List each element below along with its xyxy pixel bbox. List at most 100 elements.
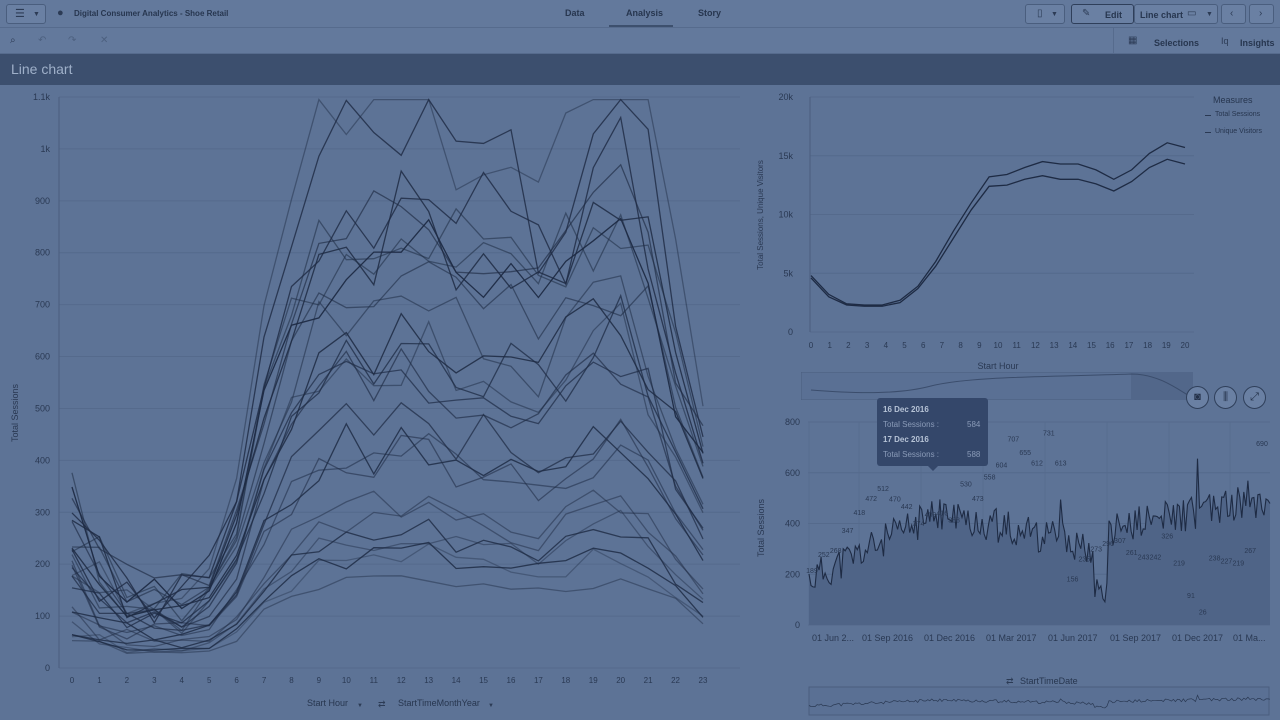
chevron-down-icon[interactable]: ▼ xyxy=(488,701,494,711)
series-line[interactable] xyxy=(71,347,704,628)
data-label: 307 xyxy=(1114,538,1126,545)
selections-icon[interactable]: ▦ xyxy=(1128,36,1137,46)
clear-selections-icon[interactable]: ✕ xyxy=(100,36,108,46)
globe-icon: ● xyxy=(57,7,64,19)
main-y-tick: 800 xyxy=(35,248,50,258)
fullscreen-button[interactable]: ⤢ xyxy=(1243,386,1266,409)
top-right-x-tick: 14 xyxy=(1068,341,1077,350)
data-tooltip: 16 Dec 2016 Total Sessions : 584 17 Dec … xyxy=(877,398,988,466)
data-label: 707 xyxy=(1007,437,1019,444)
next-sheet-button[interactable]: › xyxy=(1249,4,1274,24)
insights-label[interactable]: Insights xyxy=(1240,38,1275,48)
series-line[interactable] xyxy=(71,575,704,654)
data-label: 219 xyxy=(1232,560,1244,567)
main-x-tick: 0 xyxy=(70,676,75,685)
legend-item-unique-visitors[interactable]: Unique Visitors xyxy=(1215,128,1262,135)
main-y-tick: 1k xyxy=(40,144,50,154)
hamburger-icon: ☰ xyxy=(15,8,25,20)
main-x-tick: 8 xyxy=(289,676,294,685)
bottom-right-y-tick: 400 xyxy=(785,519,800,529)
main-x-tick: 13 xyxy=(424,676,433,685)
main-y-axis-label: Total Sessions xyxy=(10,383,20,442)
insights-icon[interactable]: Iq xyxy=(1221,36,1229,46)
data-label: 418 xyxy=(854,510,866,517)
edit-button[interactable]: ✎ Edit xyxy=(1071,4,1134,24)
series-line[interactable] xyxy=(71,207,704,622)
series-line[interactable] xyxy=(810,158,1186,307)
tab-story[interactable]: Story xyxy=(698,8,721,18)
bottom-right-x-tick: 01 Ma... xyxy=(1233,633,1266,643)
top-right-y-tick: 20k xyxy=(778,92,793,102)
legend-swatch xyxy=(1205,132,1211,133)
top-right-x-tick: 4 xyxy=(884,341,889,350)
top-right-x-tick: 20 xyxy=(1181,341,1190,350)
main-series-dimension-label[interactable]: StartTimeMonthYear xyxy=(398,698,480,708)
chevron-down-icon: ▼ xyxy=(1051,11,1058,18)
tab-data[interactable]: Data xyxy=(565,8,585,18)
data-label: 416 xyxy=(936,510,948,517)
legend-title: Measures xyxy=(1213,95,1253,105)
step-back-icon[interactable]: ↶ xyxy=(38,36,46,46)
selections-label[interactable]: Selections xyxy=(1154,38,1199,48)
step-forward-icon[interactable]: ↷ xyxy=(68,36,76,46)
bottom-right-x-tick: 01 Mar 2017 xyxy=(986,633,1037,643)
series-line[interactable] xyxy=(71,261,704,606)
hourly-measures-chart[interactable]: 0 1 2 3 4 5 6 7 8 9 10 11 12 13 14 15 16 17 18 19 20 05k10k1… xyxy=(750,85,1230,375)
series-line[interactable] xyxy=(71,360,704,628)
top-right-x-axis-label: Start Hour xyxy=(977,361,1018,371)
data-label: 655 xyxy=(1019,450,1031,457)
range-navigator[interactable] xyxy=(801,372,1193,400)
daily-sessions-chart[interactable]: 189 252268 347 418 472512470442 374409 416388 5… xyxy=(750,410,1280,720)
data-label: 189 xyxy=(806,568,818,575)
tab-analysis[interactable]: Analysis xyxy=(626,8,663,18)
app-title: Digital Consumer Analytics - Shoe Retail xyxy=(74,9,229,18)
series-line[interactable] xyxy=(71,543,704,654)
main-x-tick: 16 xyxy=(507,676,516,685)
data-label: 388 xyxy=(948,518,960,525)
main-line-chart[interactable]: 0 1 2 3 4 5 6 7 8 9 10 11 12 13 14 15 16 17 18 19 20 21 22 23 0… xyxy=(0,85,760,720)
snapshot-button[interactable]: ◙ xyxy=(1186,386,1209,409)
legend-item-total-sessions[interactable]: Total Sessions xyxy=(1215,111,1260,118)
swap-dimension-icon[interactable]: ⇄ xyxy=(378,699,386,709)
series-line[interactable] xyxy=(71,211,704,618)
top-right-x-tick: 10 xyxy=(994,341,1003,350)
smart-search-icon[interactable]: ⌕ xyxy=(10,36,16,46)
data-label: 26 xyxy=(1199,609,1207,616)
exploration-button[interactable]: ⫼ xyxy=(1214,386,1237,409)
sheet-selector[interactable]: Line chart ▭ ▼ xyxy=(1134,4,1218,24)
main-x-tick: 3 xyxy=(152,676,157,685)
series-line[interactable] xyxy=(71,418,704,640)
bottom-dimension-label[interactable]: StartTimeDate xyxy=(1020,676,1078,686)
data-label: 268 xyxy=(830,548,842,555)
main-x-tick: 9 xyxy=(317,676,322,685)
series-line[interactable] xyxy=(71,275,704,632)
data-label: 242 xyxy=(1150,555,1162,562)
main-x-dimension-label[interactable]: Start Hour xyxy=(307,698,348,708)
top-right-y-axis-label: Total Sessions, Unique Visitors xyxy=(756,160,765,270)
top-right-x-tick: 18 xyxy=(1143,341,1152,350)
bookmark-button[interactable]: ▯ ▼ xyxy=(1025,4,1065,24)
previous-sheet-button[interactable]: ‹ xyxy=(1221,4,1246,24)
data-label: 472 xyxy=(865,496,877,503)
top-right-y-tick: 10k xyxy=(778,210,793,220)
series-line[interactable] xyxy=(71,432,704,637)
main-x-tick: 15 xyxy=(479,676,488,685)
top-right-x-tick: 11 xyxy=(1013,341,1022,350)
main-x-tick: 1 xyxy=(97,676,102,685)
top-right-x-tick: 0 xyxy=(809,341,814,350)
swap-dimension-icon[interactable]: ⇄ xyxy=(1006,676,1014,686)
data-label: 613 xyxy=(1055,460,1067,467)
series-line[interactable] xyxy=(71,217,704,610)
menu-button[interactable]: ☰ ▼ xyxy=(6,4,46,24)
bottom-right-y-tick: 600 xyxy=(785,468,800,478)
bottom-scroll-navigator[interactable] xyxy=(808,686,1270,716)
data-label: 470 xyxy=(889,497,901,504)
chevron-down-icon[interactable]: ▼ xyxy=(357,701,363,711)
main-x-tick: 7 xyxy=(262,676,267,685)
series-line[interactable] xyxy=(810,142,1186,306)
bottom-right-x-tick: 01 Sep 2016 xyxy=(862,633,913,643)
bookmark-icon: ▯ xyxy=(1037,8,1043,19)
sliders-icon: ⫼ xyxy=(1222,391,1229,403)
camera-icon: ◙ xyxy=(1194,391,1201,403)
data-label: 156 xyxy=(1067,576,1079,583)
